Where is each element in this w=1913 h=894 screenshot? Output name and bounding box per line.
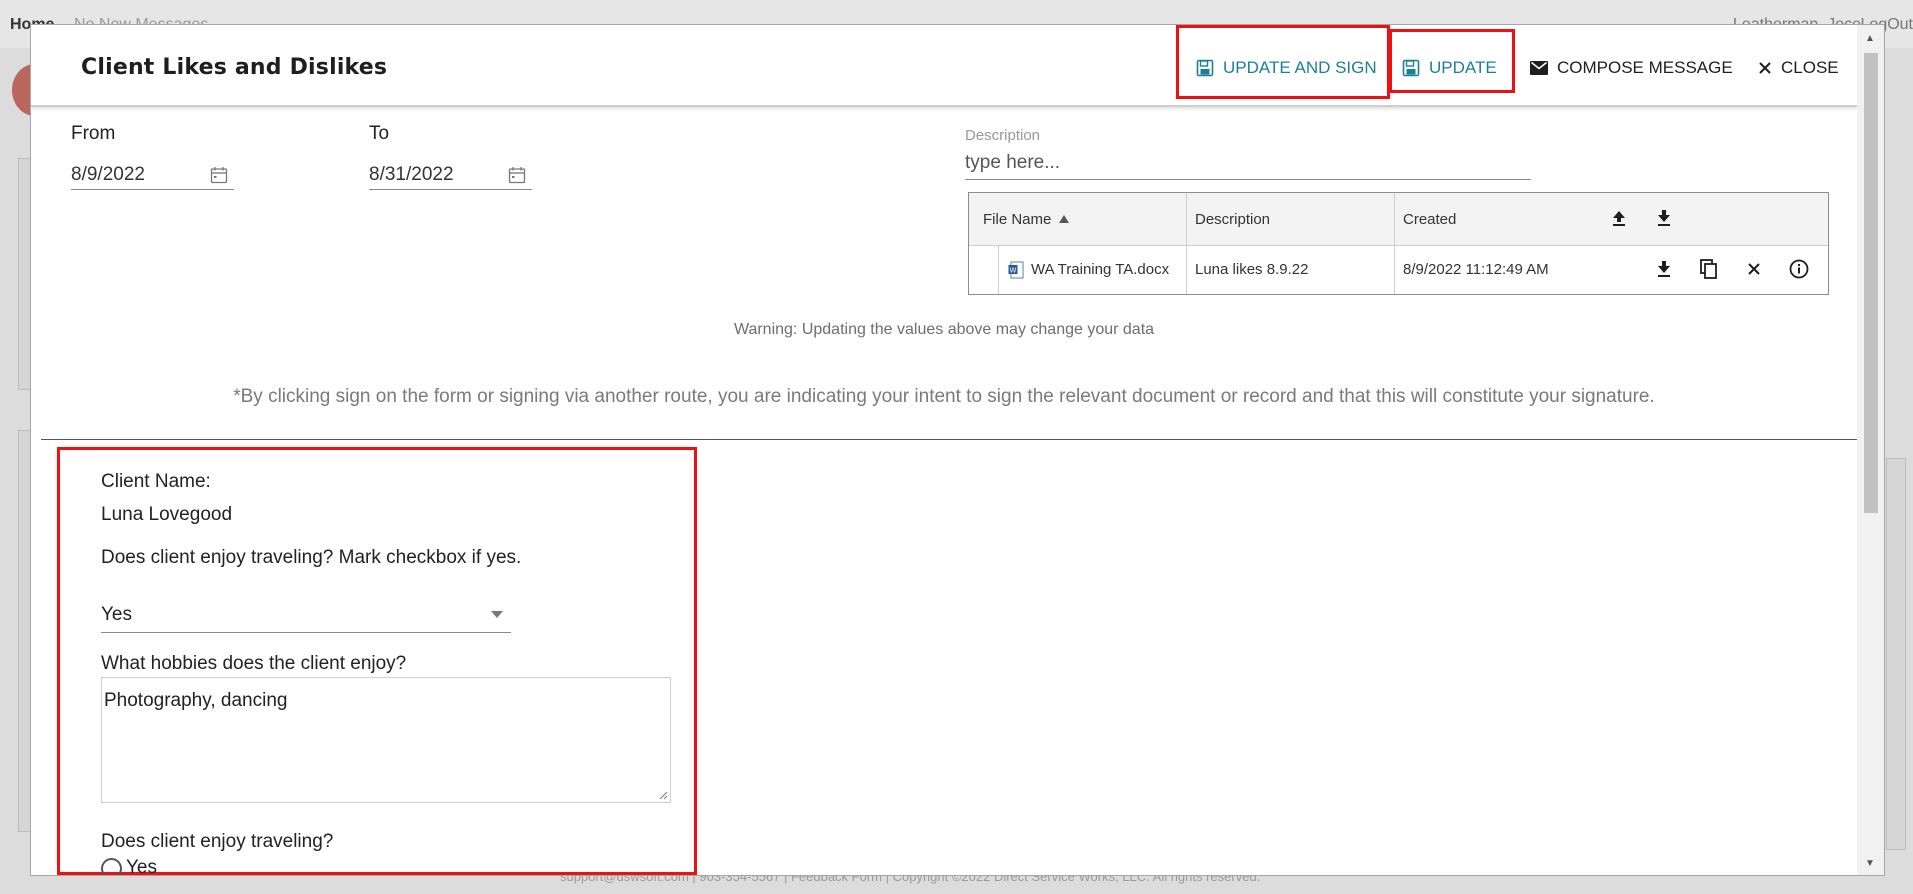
download-icon[interactable]: [1653, 258, 1675, 280]
signature-notice: *By clicking sign on the form or signing…: [233, 386, 1655, 407]
info-icon[interactable]: [1788, 258, 1810, 280]
update-and-sign-label: UPDATE AND SIGN: [1223, 58, 1377, 77]
envelope-icon: [1530, 61, 1548, 75]
calendar-icon[interactable]: [508, 166, 526, 184]
scroll-down-arrow-icon[interactable]: ▼: [1865, 858, 1875, 869]
from-label: From: [71, 123, 116, 144]
update-label: UPDATE: [1429, 58, 1497, 77]
column-divider: [1186, 193, 1187, 245]
hobbies-question: What hobbies does the client enjoy?: [101, 653, 407, 674]
save-icon: [1402, 59, 1420, 77]
travel-select[interactable]: Yes: [101, 597, 511, 633]
compose-message-label: COMPOSE MESSAGE: [1557, 58, 1733, 77]
table-row[interactable]: W WA Training TA.docx Luna likes 8.9.22 …: [969, 245, 1828, 294]
copy-icon[interactable]: [1698, 258, 1720, 280]
background-panel: [1886, 458, 1906, 850]
file-description-cell: Luna likes 8.9.22: [1195, 261, 1309, 278]
update-warning-text: Warning: Updating the values above may c…: [733, 321, 1155, 338]
modal-title: Client Likes and Dislikes: [81, 55, 388, 80]
table-header-row: File Name Description Created: [969, 193, 1828, 246]
attachments-table: File Name Description Created W WA Train…: [968, 192, 1829, 295]
travel-checkbox-question: Does client enjoy traveling? Mark checkb…: [101, 547, 522, 568]
radio-button[interactable]: [101, 857, 122, 875]
description-input[interactable]: [965, 147, 1531, 180]
modal-header: Client Likes and Dislikes UPDATE AND SIG…: [31, 25, 1857, 107]
column-divider: [1394, 193, 1395, 245]
hobbies-value: Photography, dancing: [104, 690, 288, 711]
hobbies-textarea[interactable]: Photography, dancing: [101, 677, 671, 803]
created-header: Created: [1403, 210, 1457, 228]
resize-grip-icon[interactable]: [658, 790, 668, 800]
travel-select-value: Yes: [101, 603, 132, 625]
compose-message-button[interactable]: COMPOSE MESSAGE: [1530, 55, 1733, 81]
calendar-icon[interactable]: [210, 166, 228, 184]
update-and-sign-button[interactable]: UPDATE AND SIGN: [1196, 55, 1377, 81]
description-label: Description: [965, 127, 1041, 144]
description-header: Description: [1195, 210, 1271, 228]
to-date-field[interactable]: 8/31/2022: [369, 160, 532, 190]
close-icon: [1759, 62, 1771, 74]
file-created-cell: 8/9/2022 11:12:49 AM: [1403, 261, 1549, 278]
modal-scrollbar[interactable]: ▲ ▼: [1857, 25, 1884, 875]
radio-yes-label: Yes: [126, 857, 157, 876]
travel-radio-question: Does client enjoy traveling?: [101, 831, 334, 852]
delete-icon[interactable]: [1743, 258, 1765, 280]
update-button[interactable]: UPDATE: [1402, 55, 1497, 81]
close-button[interactable]: CLOSE: [1758, 55, 1839, 81]
file-name-header-label: File Name: [983, 210, 1052, 228]
word-document-icon: W: [1008, 261, 1024, 278]
close-label: CLOSE: [1781, 58, 1839, 77]
file-name-value: WA Training TA.docx: [1031, 261, 1170, 278]
from-date-value: 8/9/2022: [71, 163, 145, 185]
svg-text:W: W: [1010, 266, 1017, 274]
scroll-up-arrow-icon[interactable]: ▲: [1865, 33, 1875, 44]
scrollbar-thumb[interactable]: [1864, 53, 1878, 513]
section-divider: [41, 439, 1857, 440]
download-all-icon[interactable]: [1653, 207, 1675, 229]
sort-ascending-icon[interactable]: [1059, 215, 1070, 223]
column-divider: [1394, 245, 1395, 294]
save-icon: [1196, 59, 1214, 77]
client-name-value: Luna Lovegood: [101, 504, 233, 525]
upload-icon[interactable]: [1608, 207, 1630, 229]
client-likes-modal: Client Likes and Dislikes UPDATE AND SIG…: [30, 24, 1885, 876]
column-divider: [998, 245, 999, 294]
client-name-label: Client Name:: [101, 471, 211, 492]
file-name-header[interactable]: File Name: [983, 193, 1173, 245]
to-label: To: [369, 123, 390, 144]
column-divider: [1186, 245, 1187, 294]
radio-yes-option[interactable]: Yes: [101, 857, 157, 876]
file-name-cell[interactable]: W WA Training TA.docx: [1008, 245, 1183, 294]
to-date-value: 8/31/2022: [369, 163, 454, 185]
dropdown-arrow-icon: [491, 611, 503, 618]
from-date-field[interactable]: 8/9/2022: [71, 160, 234, 190]
